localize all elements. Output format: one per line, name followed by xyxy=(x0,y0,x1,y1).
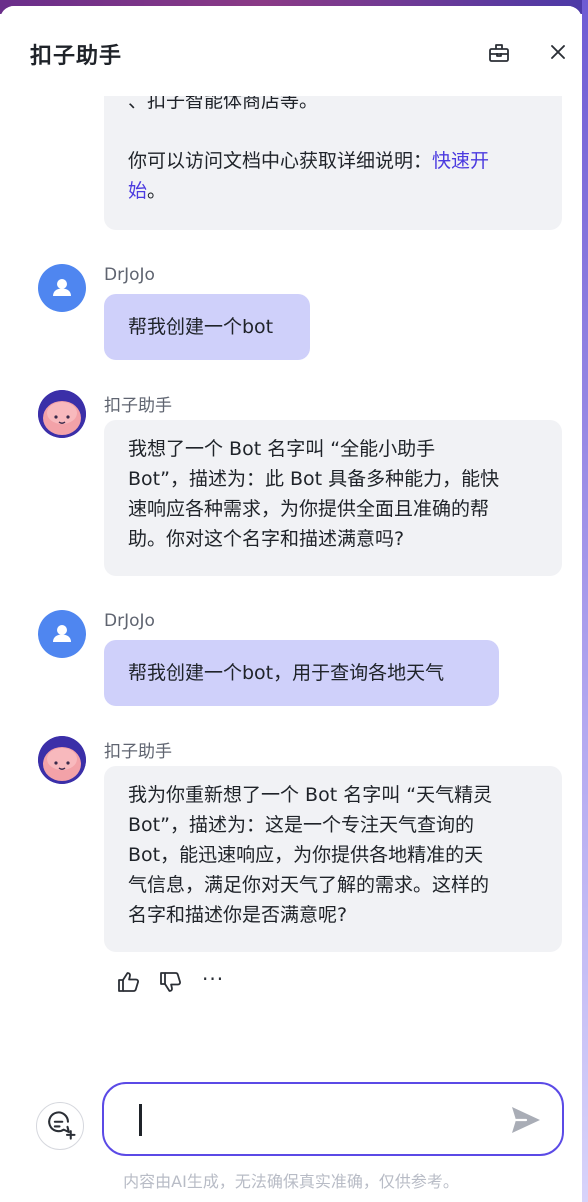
quick-start-link[interactable]: 始 xyxy=(128,180,147,202)
sender-name: 扣子助手 xyxy=(104,742,172,762)
panel-header: 扣子助手 xyxy=(0,6,582,96)
message-line: Bot”，描述为：此 Bot 具备多种能力，能快 xyxy=(128,468,500,490)
user-avatar xyxy=(38,264,86,312)
ai-disclaimer: 内容由AI生成，无法确保真实准确，仅供参考。 xyxy=(123,1172,459,1191)
message-line: 助。你对这个名字和描述满意吗? xyxy=(128,528,405,550)
message-line xyxy=(128,116,538,146)
message-line: 气信息，满足你对天气了解的需求。这样的 xyxy=(128,874,490,896)
text-caret xyxy=(139,1104,142,1136)
message-input-box[interactable] xyxy=(102,1082,564,1156)
thumbs-down-icon[interactable] xyxy=(158,969,184,995)
send-icon[interactable] xyxy=(508,1102,544,1138)
quick-start-link[interactable]: 快速开 xyxy=(432,150,489,172)
user-message-bubble: 帮我创建一个bot，用于查询各地天气 xyxy=(104,640,499,706)
user-message-bubble: 帮我创建一个bot xyxy=(104,294,310,360)
user-avatar xyxy=(38,610,86,658)
message-line: Bot”，描述为：这是一个专注天气查询的 xyxy=(128,814,474,836)
message-input[interactable] xyxy=(148,1084,492,1156)
message-line: 我想了一个 Bot 名字叫 “全能小助手 xyxy=(128,438,436,460)
message-line: 速响应各种需求，为你提供全面且准确的帮 xyxy=(128,498,490,520)
message-line: 你可以访问文档中心获取详细说明：快速开 xyxy=(128,150,490,172)
sender-name: DrJoJo xyxy=(104,611,155,631)
new-chat-button[interactable] xyxy=(36,1102,84,1150)
bot-avatar xyxy=(38,390,86,438)
thumbs-up-icon[interactable] xyxy=(116,969,142,995)
bot-message-bubble: 我想了一个 Bot 名字叫 “全能小助手 Bot”，描述为：此 Bot 具备多种… xyxy=(104,420,562,576)
message-line: 始。 xyxy=(128,180,167,202)
sender-name: 扣子助手 xyxy=(104,396,172,416)
message-line: 名字和描述你是否满意呢? xyxy=(128,904,348,926)
window-right-edge xyxy=(582,0,588,1202)
sender-name: DrJoJo xyxy=(104,265,155,285)
more-options-icon[interactable]: ··· xyxy=(202,969,232,995)
message-feed[interactable]: 、扣子智能体商店等。 你可以访问文档中心获取详细说明：快速开 始。 DrJoJo… xyxy=(0,6,582,1202)
bot-avatar xyxy=(38,736,86,784)
message-line: Bot，能迅速响应，为你提供各地精准的天 xyxy=(128,844,484,866)
toolbox-icon[interactable] xyxy=(487,40,511,64)
bot-message-bubble: 我为你重新想了一个 Bot 名字叫 “天气精灵 Bot”，描述为：这是一个专注天… xyxy=(104,766,562,952)
close-icon[interactable] xyxy=(546,40,570,64)
assistant-panel: 、扣子智能体商店等。 你可以访问文档中心获取详细说明：快速开 始。 DrJoJo… xyxy=(0,6,582,1202)
message-line: 我为你重新想了一个 Bot 名字叫 “天气精灵 xyxy=(128,784,493,806)
page-title: 扣子助手 xyxy=(30,44,123,69)
